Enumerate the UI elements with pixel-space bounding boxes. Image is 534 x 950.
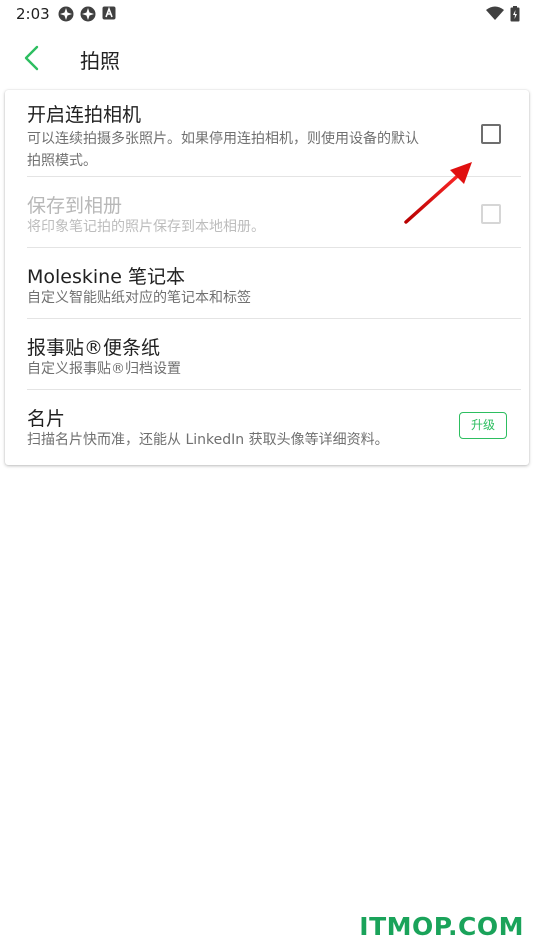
app-notification-icon <box>80 6 96 22</box>
business-card-title: 名片 <box>27 408 66 430</box>
page-title: 拍照 <box>80 49 120 73</box>
status-bar: 2:03 <box>0 0 534 28</box>
postit-subtitle: 自定义报事贴®归档设置 <box>27 361 181 377</box>
back-button[interactable] <box>16 42 48 74</box>
app-bar: 拍照 <box>0 28 534 88</box>
status-notification-icons <box>58 6 116 22</box>
watermark: ITMOP.COM <box>359 912 524 941</box>
settings-card: 开启连拍相机 可以连续拍摄多张照片。如果停用连拍相机，则使用设备的默认 拍照模式… <box>5 90 529 465</box>
postit-title: 报事贴®便条纸 <box>27 337 161 359</box>
burst-camera-subtitle-line1: 可以连续拍摄多张照片。如果停用连拍相机，则使用设备的默认 <box>27 131 419 147</box>
burst-camera-title: 开启连拍相机 <box>27 104 142 126</box>
app-notification-icon <box>58 6 74 22</box>
status-system-icons <box>486 6 520 22</box>
moleskine-setting[interactable]: Moleskine 笔记本 自定义智能贴纸对应的笔记本和标签 <box>5 248 529 318</box>
postit-setting[interactable]: 报事贴®便条纸 自定义报事贴®归档设置 <box>5 319 529 389</box>
save-to-album-title: 保存到相册 <box>27 195 123 217</box>
save-to-album-subtitle: 将印象笔记拍的照片保存到本地相册。 <box>27 219 265 235</box>
moleskine-subtitle: 自定义智能贴纸对应的笔记本和标签 <box>27 290 251 306</box>
moleskine-title: Moleskine 笔记本 <box>27 266 185 288</box>
upgrade-button[interactable]: 升级 <box>459 412 507 439</box>
burst-camera-subtitle-line2: 拍照模式。 <box>27 153 97 169</box>
annotation-arrow-icon <box>404 162 472 224</box>
wifi-icon <box>486 6 504 20</box>
a-letter-icon <box>102 6 116 20</box>
burst-camera-checkbox[interactable] <box>481 124 501 144</box>
battery-icon <box>510 6 520 22</box>
business-card-subtitle: 扫描名片快而准，还能从 LinkedIn 获取头像等详细资料。 <box>27 432 389 448</box>
business-card-setting[interactable]: 名片 扫描名片快而准，还能从 LinkedIn 获取头像等详细资料。 升级 <box>5 390 529 464</box>
chevron-left-icon <box>24 45 39 71</box>
save-to-album-checkbox <box>481 204 501 224</box>
status-time: 2:03 <box>16 5 50 23</box>
